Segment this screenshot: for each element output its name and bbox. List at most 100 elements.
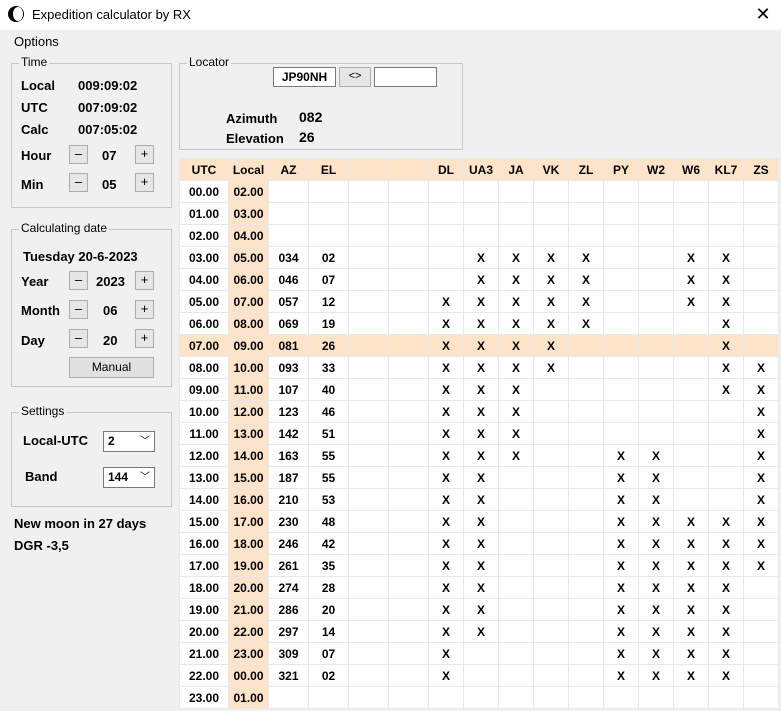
table-cell[interactable] (428, 224, 464, 247)
table-cell[interactable]: 230 (268, 510, 309, 533)
table-cell[interactable] (428, 180, 464, 203)
table-cell[interactable] (533, 202, 569, 225)
table-cell[interactable]: 142 (268, 422, 309, 445)
table-cell[interactable]: X (673, 246, 709, 269)
table-cell[interactable]: X (428, 532, 464, 555)
table-cell[interactable]: 069 (268, 312, 309, 335)
table-cell[interactable] (348, 642, 389, 665)
table-cell[interactable] (498, 664, 534, 687)
table-cell[interactable] (568, 554, 604, 577)
table-cell[interactable]: X (498, 334, 534, 357)
table-cell[interactable] (268, 202, 309, 225)
table-cell[interactable] (533, 554, 569, 577)
table-cell[interactable]: X (533, 356, 569, 379)
table-cell[interactable]: 46 (308, 400, 349, 423)
table-cell[interactable] (463, 180, 499, 203)
table-cell[interactable] (533, 488, 569, 511)
table-cell[interactable]: X (428, 576, 464, 599)
table-cell[interactable]: 18.00 (179, 576, 229, 599)
column-header[interactable]: UTC (179, 158, 229, 181)
table-cell[interactable]: 23.00 (228, 642, 269, 665)
month-increment-button[interactable]: + (135, 300, 154, 319)
table-cell[interactable] (308, 686, 349, 709)
table-cell[interactable] (348, 466, 389, 489)
table-cell[interactable] (348, 422, 389, 445)
table-cell[interactable] (603, 180, 639, 203)
table-cell[interactable] (308, 202, 349, 225)
table-cell[interactable]: 17.00 (228, 510, 269, 533)
table-cell[interactable] (348, 620, 389, 643)
table-cell[interactable]: 11.00 (179, 422, 229, 445)
table-cell[interactable]: X (708, 356, 744, 379)
table-cell[interactable] (708, 422, 744, 445)
table-cell[interactable] (708, 686, 744, 709)
table-cell[interactable] (463, 686, 499, 709)
table-cell[interactable] (568, 466, 604, 489)
table-cell[interactable] (638, 312, 674, 335)
table-cell[interactable]: X (498, 290, 534, 313)
table-cell[interactable] (533, 378, 569, 401)
table-row[interactable]: 22.00 00.00 321 02 X X X X X (179, 664, 779, 687)
table-cell[interactable] (388, 268, 429, 291)
menu-options[interactable]: Options (14, 34, 59, 49)
table-cell[interactable]: X (638, 664, 674, 687)
table-cell[interactable]: 33 (308, 356, 349, 379)
table-cell[interactable]: 15.00 (228, 466, 269, 489)
table-cell[interactable]: X (638, 488, 674, 511)
table-cell[interactable]: X (498, 400, 534, 423)
table-cell[interactable]: X (673, 576, 709, 599)
table-cell[interactable] (743, 202, 779, 225)
table-cell[interactable] (603, 334, 639, 357)
table-row[interactable]: 15.00 17.00 230 48 X X X X X X X (179, 510, 779, 533)
table-cell[interactable] (603, 400, 639, 423)
table-cell[interactable]: X (708, 268, 744, 291)
column-header[interactable]: W2 (638, 158, 674, 181)
table-cell[interactable]: X (603, 576, 639, 599)
table-cell[interactable]: 07.00 (179, 334, 229, 357)
table-cell[interactable]: X (708, 620, 744, 643)
table-cell[interactable]: X (603, 466, 639, 489)
table-cell[interactable] (498, 532, 534, 555)
table-cell[interactable]: X (708, 510, 744, 533)
column-header[interactable]: ZS (743, 158, 779, 181)
table-cell[interactable]: 09.00 (228, 334, 269, 357)
table-cell[interactable]: 20.00 (179, 620, 229, 643)
close-button[interactable]: ✕ (745, 0, 781, 30)
table-cell[interactable] (708, 400, 744, 423)
table-cell[interactable] (348, 290, 389, 313)
table-cell[interactable] (638, 290, 674, 313)
table-row[interactable]: 02.00 04.00 (179, 224, 779, 247)
column-header[interactable]: ZL (568, 158, 604, 181)
table-cell[interactable]: X (428, 488, 464, 511)
table-row[interactable]: 09.00 11.00 107 40 X X X X X (179, 378, 779, 401)
table-cell[interactable]: 057 (268, 290, 309, 313)
table-cell[interactable] (498, 224, 534, 247)
table-cell[interactable]: 13.00 (228, 422, 269, 445)
table-row[interactable]: 13.00 15.00 187 55 X X X X X (179, 466, 779, 489)
table-cell[interactable]: X (533, 334, 569, 357)
table-cell[interactable]: 19.00 (228, 554, 269, 577)
table-cell[interactable]: X (638, 576, 674, 599)
table-row[interactable]: 11.00 13.00 142 51 X X X X (179, 422, 779, 445)
table-cell[interactable] (348, 686, 389, 709)
table-cell[interactable]: X (463, 532, 499, 555)
table-cell[interactable] (673, 444, 709, 467)
table-cell[interactable] (498, 642, 534, 665)
table-cell[interactable] (533, 686, 569, 709)
table-cell[interactable]: X (743, 400, 779, 423)
table-cell[interactable]: X (498, 378, 534, 401)
table-cell[interactable]: X (638, 642, 674, 665)
table-cell[interactable]: 034 (268, 246, 309, 269)
table-cell[interactable] (603, 224, 639, 247)
table-cell[interactable] (388, 180, 429, 203)
table-cell[interactable]: X (463, 422, 499, 445)
table-cell[interactable] (743, 290, 779, 313)
table-cell[interactable] (603, 268, 639, 291)
table-cell[interactable] (388, 554, 429, 577)
table-cell[interactable] (638, 400, 674, 423)
table-cell[interactable] (533, 422, 569, 445)
table-cell[interactable]: 04.00 (228, 224, 269, 247)
year-decrement-button[interactable]: – (69, 271, 88, 290)
table-cell[interactable]: X (463, 488, 499, 511)
table-cell[interactable]: 246 (268, 532, 309, 555)
